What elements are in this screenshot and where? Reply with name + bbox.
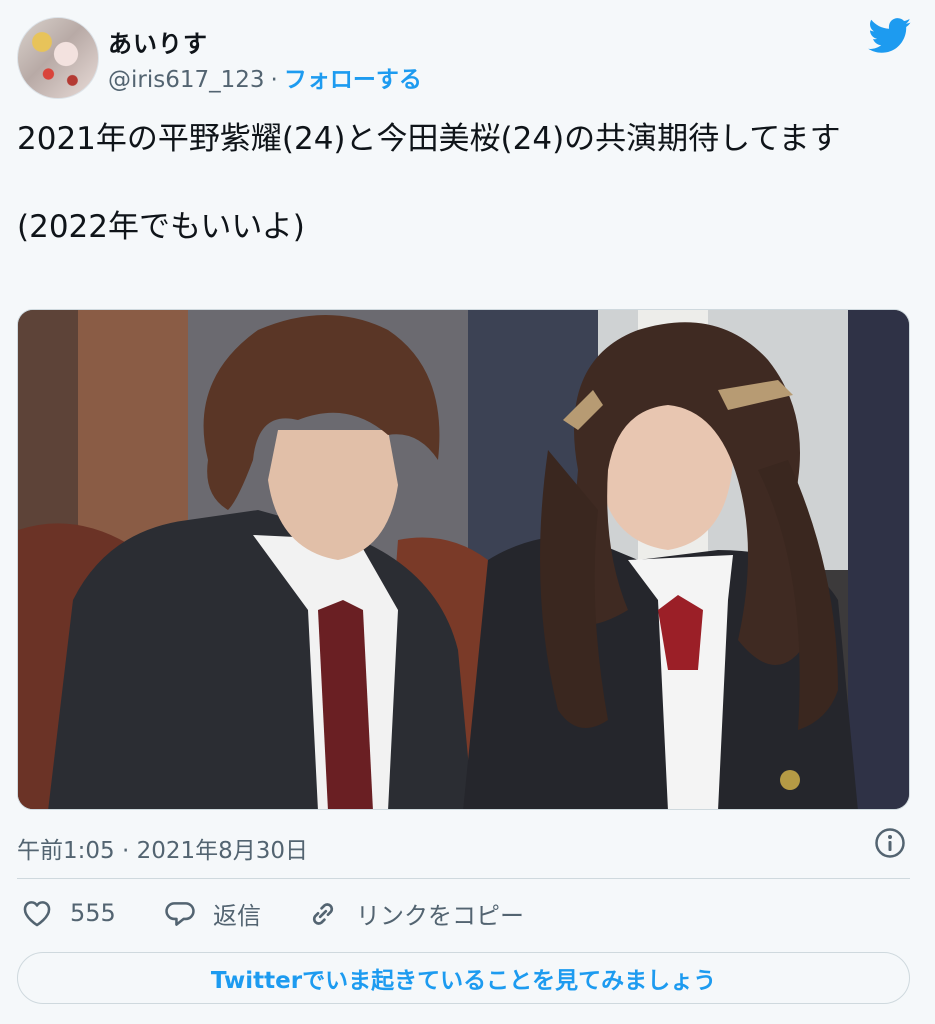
reply-bubble-icon <box>165 901 195 926</box>
tweet-text: 2021年の平野紫耀(24)と今田美桜(24)の共演期待してます (2022年で… <box>17 121 841 245</box>
handle[interactable]: @iris617_123 <box>108 67 265 93</box>
reply-button[interactable]: 返信 <box>163 896 261 931</box>
follow-link[interactable]: フォローする <box>284 67 422 93</box>
reply-label: 返信 <box>213 902 261 930</box>
separator-dot: · <box>270 67 278 93</box>
tweet-timestamp[interactable]: 午前1:05 · 2021年8月30日 <box>17 831 308 865</box>
handle-row: @iris617_123 · フォローする <box>108 60 422 94</box>
see-whats-happening-button[interactable]: Twitterでいま起きていることを見てみましょう <box>17 952 910 1004</box>
like-button[interactable]: 555 <box>20 896 116 930</box>
twitter-bird-icon[interactable] <box>868 18 912 54</box>
heart-icon <box>23 901 51 927</box>
divider <box>17 878 910 879</box>
copy-link-button[interactable]: リンクをコピー <box>306 896 524 931</box>
info-icon[interactable] <box>874 827 906 859</box>
display-name[interactable]: あいりす <box>108 24 208 59</box>
link-icon <box>312 902 334 925</box>
copy-link-label: リンクをコピー <box>356 902 524 930</box>
avatar[interactable] <box>17 17 99 99</box>
tweet-photo[interactable] <box>17 309 910 810</box>
like-count: 555 <box>70 899 116 927</box>
